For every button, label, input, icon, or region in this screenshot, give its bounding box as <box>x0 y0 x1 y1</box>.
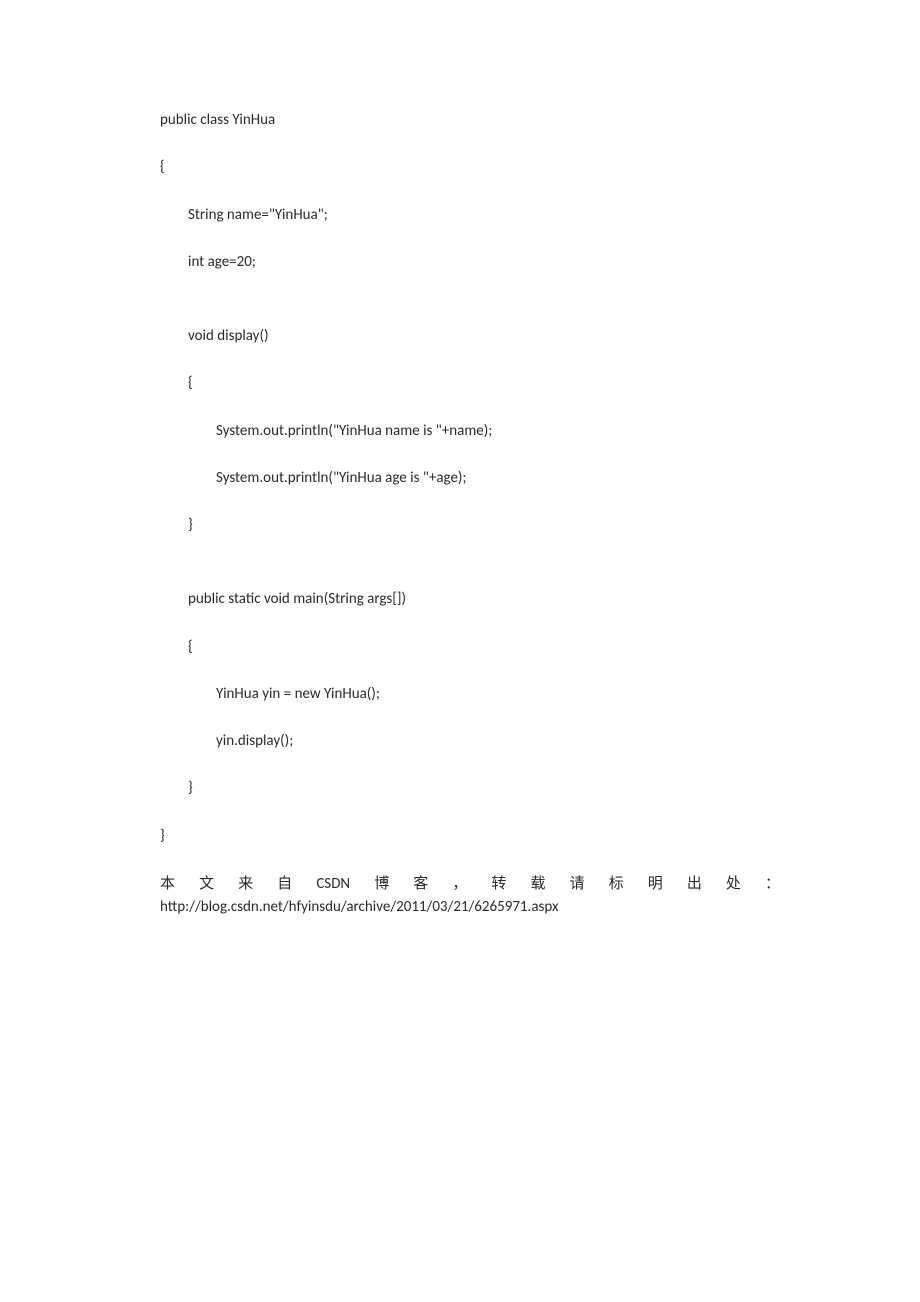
code-line: public static void main(String args[]) <box>160 589 780 609</box>
code-line: YinHua yin = new YinHua(); <box>160 684 780 704</box>
attribution-line: 本 文 来 自 CSDN 博 客 ， 转 载 请 标 明 出 处 ： http:… <box>160 873 780 920</box>
code-line: { <box>160 373 780 393</box>
cjk-char: 处 <box>726 873 741 896</box>
cjk-char: 请 <box>570 873 585 896</box>
code-line: public class YinHua <box>160 110 780 130</box>
cjk-char: CSDN <box>316 873 350 896</box>
cjk-char: 出 <box>687 873 702 896</box>
code-block: public class YinHua { String name="YinHu… <box>160 110 780 846</box>
code-line: } <box>160 515 780 535</box>
cjk-char: 载 <box>531 873 546 896</box>
code-line: { <box>160 157 780 177</box>
cjk-char: 自 <box>277 873 292 896</box>
cjk-char: 博 <box>374 873 389 896</box>
cjk-char: ： <box>765 873 780 896</box>
code-line: yin.display(); <box>160 731 780 751</box>
cjk-char: 明 <box>648 873 663 896</box>
code-line: } <box>160 778 780 798</box>
code-line: String name="YinHua"; <box>160 205 780 225</box>
cjk-char: 本 <box>160 873 175 896</box>
cjk-char: 文 <box>199 873 214 896</box>
attribution-url: http://blog.csdn.net/hfyinsdu/archive/20… <box>160 896 780 919</box>
cjk-char: 转 <box>491 873 506 896</box>
document-page: public class YinHua { String name="YinHu… <box>0 0 920 919</box>
code-line: int age=20; <box>160 252 780 272</box>
code-line: void display() <box>160 326 780 346</box>
attribution-source: 本 文 来 自 CSDN 博 客 ， 转 载 请 标 明 出 处 ： <box>160 873 780 896</box>
code-line: System.out.println("YinHua age is "+age)… <box>160 468 780 488</box>
code-line: } <box>160 826 780 846</box>
cjk-char: 来 <box>238 873 253 896</box>
cjk-char: 标 <box>609 873 624 896</box>
cjk-char: ， <box>452 873 467 896</box>
code-line: { <box>160 637 780 657</box>
cjk-char: 客 <box>413 873 428 896</box>
code-line: System.out.println("YinHua name is "+nam… <box>160 421 780 441</box>
